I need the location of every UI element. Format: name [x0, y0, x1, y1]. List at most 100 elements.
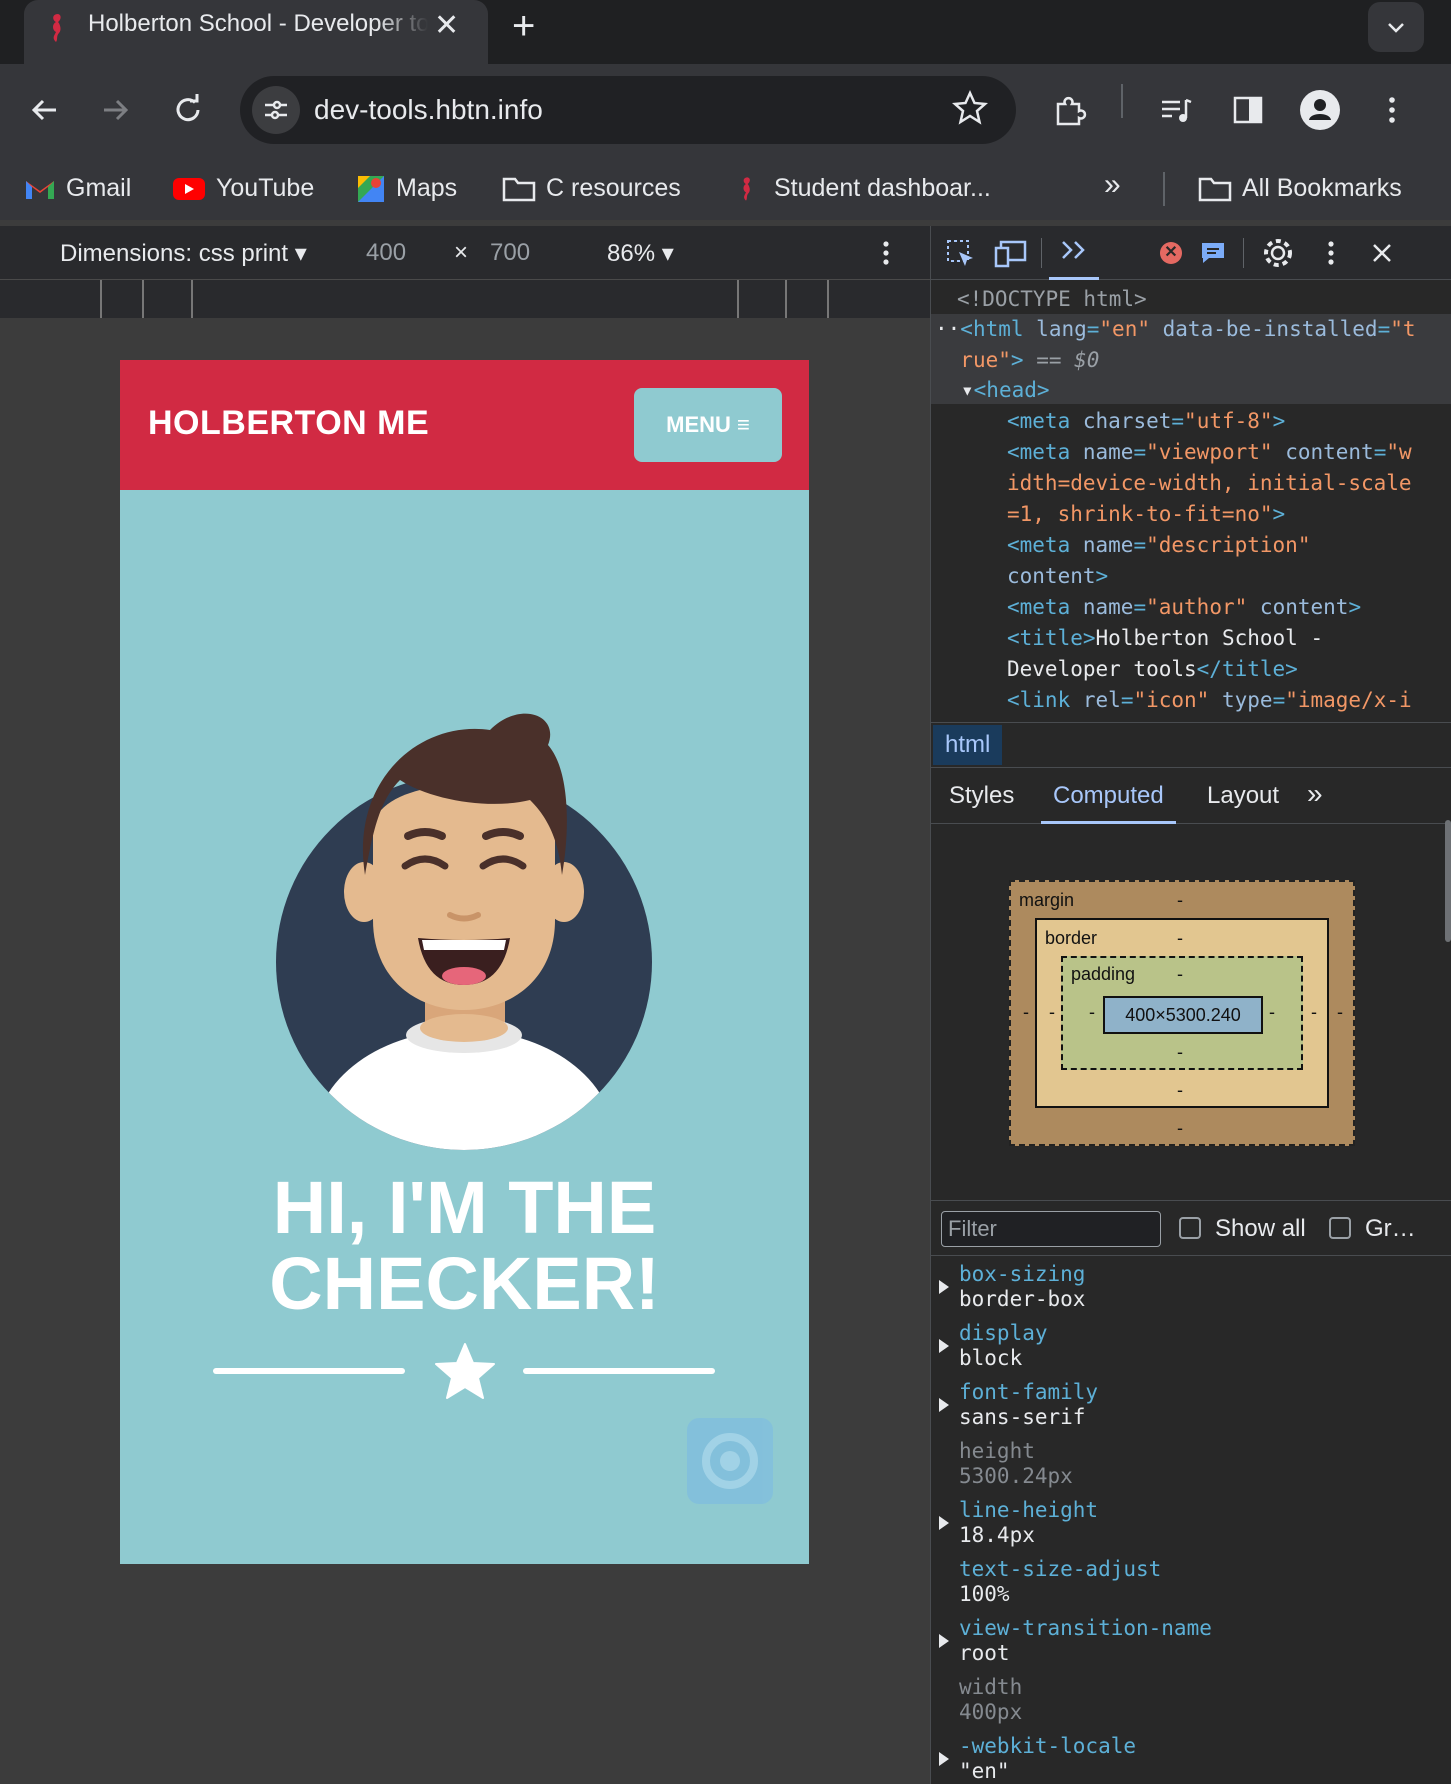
meta-viewport-node[interactable]: <meta name="viewport" content="w idth=de… [1007, 437, 1412, 530]
breadcrumb-html[interactable]: html [933, 725, 1003, 765]
tab-styles[interactable]: Styles [949, 782, 1014, 810]
bookmark-label: C resources [546, 174, 681, 202]
hero-line-1: HI, I'M THE [272, 1166, 657, 1249]
bookmark-label: Student dashboar... [774, 174, 991, 202]
expand-arrow-icon[interactable] [939, 1634, 949, 1648]
more-tabs-button[interactable]: » [1307, 778, 1323, 810]
side-panel-icon[interactable] [1228, 90, 1268, 130]
star-icon [435, 1343, 495, 1399]
devtools-menu-icon[interactable] [1321, 238, 1341, 268]
double-chevron-icon [1062, 241, 1085, 259]
show-all-checkbox[interactable] [1179, 1217, 1201, 1239]
expand-arrow-icon[interactable] [939, 1339, 949, 1353]
issues-icon[interactable] [1199, 240, 1227, 266]
html-node[interactable]: ··<html lang="en" data-be-installed="t r… [935, 314, 1416, 376]
kebab-menu-icon[interactable] [1372, 90, 1412, 130]
bookmark-student-dashboard[interactable]: Student dashboar... [736, 174, 991, 204]
expand-arrow-icon[interactable] [939, 1280, 949, 1294]
margin-top-value: - [1177, 890, 1183, 910]
url-text[interactable]: dev-tools.hbtn.info [314, 94, 543, 126]
meta-author-node[interactable]: <meta name="author" content> [1007, 592, 1361, 623]
property-name: width [959, 1675, 1023, 1699]
forward-arrow-icon[interactable] [96, 90, 136, 130]
head-node[interactable]: ▾<head> [961, 375, 1050, 406]
tab-search-button[interactable] [1368, 2, 1424, 52]
breadcrumb: html [931, 722, 1451, 768]
zoom-dropdown[interactable]: 86% ▾ [607, 239, 674, 268]
computed-property[interactable]: height 5300.24px [959, 1439, 1073, 1489]
computed-property[interactable]: view-transition-name root [959, 1616, 1212, 1666]
media-control-icon[interactable] [1156, 90, 1196, 130]
settings-gear-icon[interactable] [1261, 236, 1295, 270]
address-bar[interactable]: dev-tools.hbtn.info [240, 76, 1016, 144]
box-model-content-size[interactable]: 400×5300.240 [1103, 996, 1263, 1034]
padding-bottom-value: - [1177, 1042, 1183, 1062]
tab-layout[interactable]: Layout [1207, 782, 1279, 810]
profile-avatar[interactable] [1300, 90, 1340, 130]
doctype-line[interactable]: <!DOCTYPE html> [957, 284, 1147, 315]
computed-property[interactable]: -webkit-locale "en" [959, 1734, 1136, 1784]
close-tab-icon[interactable]: ✕ [434, 8, 459, 43]
meta-description-node[interactable]: <meta name="description" content> [1007, 530, 1310, 592]
expand-arrow-icon[interactable] [939, 1398, 949, 1412]
inspect-element-icon[interactable] [945, 238, 977, 270]
reload-icon[interactable] [168, 90, 208, 130]
active-tab[interactable]: Holberton School - Developer tools ✕ [24, 0, 488, 64]
bookmark-maps[interactable]: Maps [356, 174, 457, 204]
bookmark-label: All Bookmarks [1242, 174, 1402, 202]
toolbar-divider [1121, 84, 1123, 118]
link-icon-node[interactable]: <link rel="icon" type="image/x-i [1007, 685, 1412, 716]
computed-property[interactable]: text-size-adjust 100% [959, 1557, 1161, 1607]
title-node[interactable]: <title>Holberton School - Developer tool… [1007, 623, 1323, 685]
computed-property[interactable]: line-height 18.4px [959, 1498, 1098, 1548]
new-tab-button[interactable]: + [512, 4, 535, 49]
computed-property[interactable]: box-sizing border-box [959, 1262, 1085, 1312]
menu-button[interactable]: MENU ≡ [634, 388, 782, 462]
computed-property[interactable]: display block [959, 1321, 1048, 1371]
folder-icon [1198, 178, 1232, 202]
error-count-icon[interactable]: ✕ [1160, 242, 1182, 264]
expand-arrow-icon[interactable] [939, 1516, 949, 1530]
property-value: 18.4px [959, 1523, 1035, 1547]
meta-charset-node[interactable]: <meta charset="utf-8"> [1007, 406, 1285, 437]
youtube-icon [173, 178, 205, 201]
site-logo[interactable]: HOLBERTON ME [148, 404, 429, 443]
extensions-puzzle-icon[interactable] [1050, 90, 1090, 130]
floating-widget-button[interactable] [687, 1418, 773, 1504]
bookmark-c-resources[interactable]: C resources [502, 174, 681, 203]
scrollbar-thumb[interactable] [1445, 820, 1451, 942]
padding-left-value: - [1089, 1002, 1095, 1022]
bookmark-all-bookmarks[interactable]: All Bookmarks [1198, 174, 1402, 203]
box-model-diagram: margin - - - - border - - - - padding - … [1009, 880, 1355, 1146]
tab-strip: Holberton School - Developer tools ✕ + [0, 0, 1451, 64]
property-value: 400px [959, 1700, 1023, 1724]
back-arrow-icon[interactable] [24, 90, 64, 130]
width-input[interactable]: 400 [366, 239, 406, 267]
expand-arrow-icon[interactable] [939, 1752, 949, 1766]
property-value: 100% [959, 1582, 1010, 1606]
media-query-ruler[interactable] [0, 280, 930, 318]
filter-input[interactable]: Filter [941, 1211, 1161, 1247]
bookmark-youtube[interactable]: YouTube [172, 174, 314, 203]
bookmark-gmail[interactable]: Gmail [24, 174, 131, 203]
group-checkbox[interactable] [1329, 1217, 1351, 1239]
device-options-icon[interactable] [874, 238, 898, 268]
height-input[interactable]: 700 [490, 239, 530, 267]
close-devtools-icon[interactable] [1369, 240, 1395, 266]
bookmark-star-icon[interactable] [950, 88, 990, 128]
zoom-label: 86% [607, 240, 656, 267]
seahorse-favicon-icon [53, 14, 61, 42]
computed-property[interactable]: font-family sans-serif [959, 1380, 1098, 1430]
property-value: border-box [959, 1287, 1086, 1311]
tab-computed[interactable]: Computed [1041, 782, 1176, 824]
property-name: display [959, 1321, 1048, 1345]
site-header: HOLBERTON ME MENU ≡ [120, 360, 809, 490]
device-toggle-icon[interactable] [993, 238, 1029, 270]
more-panels-tab[interactable] [1049, 226, 1099, 280]
more-bookmarks-button[interactable]: » [1104, 168, 1121, 202]
computed-property[interactable]: width 400px [959, 1675, 1022, 1725]
dimensions-dropdown[interactable]: Dimensions: css print ▾ [60, 239, 307, 268]
padding-top-value: - [1177, 964, 1183, 984]
margin-left-value: - [1023, 1002, 1029, 1022]
site-info-button[interactable] [252, 86, 300, 134]
